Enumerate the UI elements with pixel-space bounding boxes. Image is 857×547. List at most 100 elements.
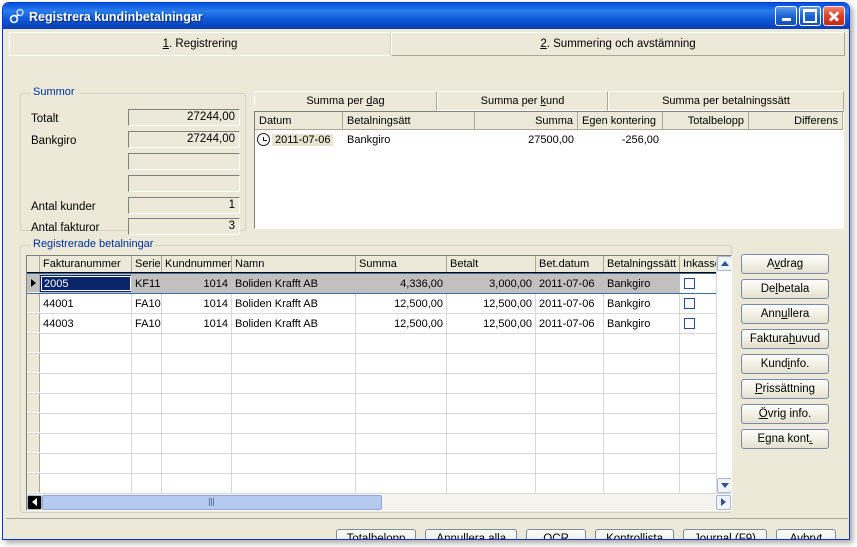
fakturahuvud-button[interactable]: Fakturahuvud	[741, 329, 829, 349]
empty-cell	[40, 474, 132, 493]
col-summa[interactable]: Summa	[356, 256, 447, 272]
col-fakturanummer[interactable]: Fakturanummer	[40, 256, 132, 272]
tab-summa-per-kund[interactable]: Summa per kund	[437, 91, 608, 111]
ovrig-info-button[interactable]: Övrig info.	[741, 404, 829, 424]
table-row[interactable]: 2005 KF11 1014 Boliden Krafft AB 4,336,0…	[27, 273, 731, 294]
kontrollista-button[interactable]: Kontrollista	[595, 528, 674, 540]
scroll-up-button[interactable]	[717, 256, 731, 271]
cell-namn: Boliden Krafft AB	[235, 277, 318, 290]
avbryt-button[interactable]: Avbryt	[776, 528, 836, 539]
ocr-accel: C	[552, 533, 561, 540]
scroll-down-button[interactable]	[717, 478, 731, 493]
summary-grid[interactable]: Datum Betalningsätt Summa Egen kontering…	[254, 111, 844, 229]
summary-cell-differens	[749, 130, 843, 149]
col-kundnummer[interactable]: Kundnummer	[162, 256, 232, 272]
empty-table-row[interactable]	[27, 334, 731, 354]
empty-cell	[536, 454, 604, 473]
col-betalt[interactable]: Betalt	[447, 256, 536, 272]
summary-col-totalbelopp[interactable]: Totalbelopp	[663, 112, 749, 130]
close-button[interactable]	[823, 6, 845, 26]
empty-cell	[40, 434, 132, 453]
empty-table-row[interactable]	[27, 454, 731, 474]
hscroll-track[interactable]	[42, 494, 716, 510]
maximize-button[interactable]	[799, 6, 821, 26]
label-bankgiro: Bankgiro	[31, 135, 77, 147]
empty-cell	[356, 454, 447, 473]
egna-kont-button[interactable]: Egna kont.	[741, 429, 829, 449]
empty-cell	[162, 394, 232, 413]
avdrag-button[interactable]: Avdrag	[741, 254, 829, 274]
empty-table-row[interactable]	[27, 354, 731, 374]
table-row[interactable]: 44003 FA10 1014 Boliden Krafft AB 12,500…	[27, 314, 731, 334]
empty-table-row[interactable]	[27, 374, 731, 394]
tab-registrering-label: . Registrering	[169, 38, 238, 50]
summary-grid-row[interactable]: 2011-07-06 Bankgiro 27500,00 -256,00	[255, 130, 843, 149]
field-antal-fakturor: 3	[128, 218, 240, 235]
prissattning-post: rissättning	[762, 383, 816, 395]
col-betalningssatt[interactable]: Betalningssätt	[604, 256, 680, 272]
hscroll-thumb[interactable]	[42, 494, 382, 510]
totalbelopp-button[interactable]: Totalbelopp	[335, 528, 417, 539]
cell-serie: KF11	[135, 277, 161, 290]
payments-grid[interactable]: Fakturanummer Serie Kundnummer Namn Summ…	[26, 255, 732, 511]
prissattning-button[interactable]: Prissättning	[741, 379, 829, 399]
empty-cell	[232, 334, 356, 353]
scroll-right-button[interactable]	[716, 494, 731, 510]
inkasso-checkbox[interactable]	[684, 318, 695, 329]
tab-registrering[interactable]: 1. Registrering	[9, 32, 391, 56]
journal-button[interactable]: Journal (F9)	[683, 528, 767, 540]
table-row[interactable]: 44001 FA10 1014 Boliden Krafft AB 12,500…	[27, 294, 731, 314]
summary-col-summa[interactable]: Summa	[475, 112, 578, 130]
empty-cell	[162, 374, 232, 393]
row-indicator	[27, 274, 40, 293]
empty-cell	[604, 434, 680, 453]
annullera-button[interactable]: Annullera	[741, 304, 829, 324]
empty-table-row[interactable]	[27, 414, 731, 434]
delbetala-button[interactable]: Delbetala	[741, 279, 829, 299]
ocr-post: R	[560, 533, 569, 540]
empty-table-row[interactable]	[27, 434, 731, 454]
minimize-button[interactable]	[775, 6, 797, 26]
field-bankgiro: 27244,00	[128, 131, 240, 148]
col-namn[interactable]: Namn	[232, 256, 356, 272]
inkasso-checkbox[interactable]	[684, 278, 695, 289]
kundinfo-pre: Kund	[760, 358, 788, 370]
egna-kont-accel: .	[809, 433, 813, 445]
cell-fakturanummer[interactable]: 2005	[40, 275, 131, 292]
annullera-alla-button[interactable]: Annullera alla	[425, 528, 518, 539]
cell-betalningssatt: Bankgiro	[604, 314, 680, 333]
field-totalt: 27244,00	[128, 109, 240, 126]
title-bar[interactable]: Registrera kundinbetalningar	[3, 3, 849, 29]
col-bet-datum[interactable]: Bet.datum	[536, 256, 604, 272]
summary-col-datum[interactable]: Datum	[255, 112, 343, 130]
empty-cell	[356, 434, 447, 453]
kundinfo-button[interactable]: Kundinfo.	[741, 354, 829, 374]
linked-circles-icon	[8, 7, 26, 25]
empty-table-row[interactable]	[27, 474, 731, 494]
tab-summa-per-dag-pre: Summa per	[306, 95, 367, 107]
scroll-left-button[interactable]	[27, 494, 42, 510]
summary-col-egen-kontering[interactable]: Egen kontering	[578, 112, 663, 130]
journal-post: ournal (F9)	[699, 533, 756, 540]
empty-cell	[447, 334, 536, 353]
tab-summering[interactable]: 2. Summering och avstämning	[391, 32, 845, 56]
empty-rows	[27, 334, 731, 494]
grid-horizontal-scrollbar[interactable]	[27, 493, 731, 510]
tab-summa-per-dag[interactable]: Summa per dag	[254, 91, 437, 111]
col-serie[interactable]: Serie	[132, 256, 162, 272]
summary-col-betalningsatt[interactable]: Betalningsätt	[343, 112, 475, 130]
kontrollista-post: ntrollista	[620, 533, 663, 540]
empty-cell	[447, 474, 536, 493]
tab-summa-per-betalningssatt[interactable]: Summa per betalningssätt	[608, 91, 844, 111]
summary-col-differens[interactable]: Differens	[749, 112, 843, 130]
inkasso-checkbox[interactable]	[684, 298, 695, 309]
empty-cell	[162, 414, 232, 433]
empty-cell	[40, 394, 132, 413]
grid-vertical-scrollbar[interactable]	[716, 256, 731, 493]
cell-kundnummer: 1014	[162, 294, 232, 313]
empty-cell	[40, 374, 132, 393]
empty-table-row[interactable]	[27, 394, 731, 414]
empty-cell	[356, 414, 447, 433]
ocr-button[interactable]: OCR	[526, 528, 587, 540]
empty-cell	[536, 394, 604, 413]
